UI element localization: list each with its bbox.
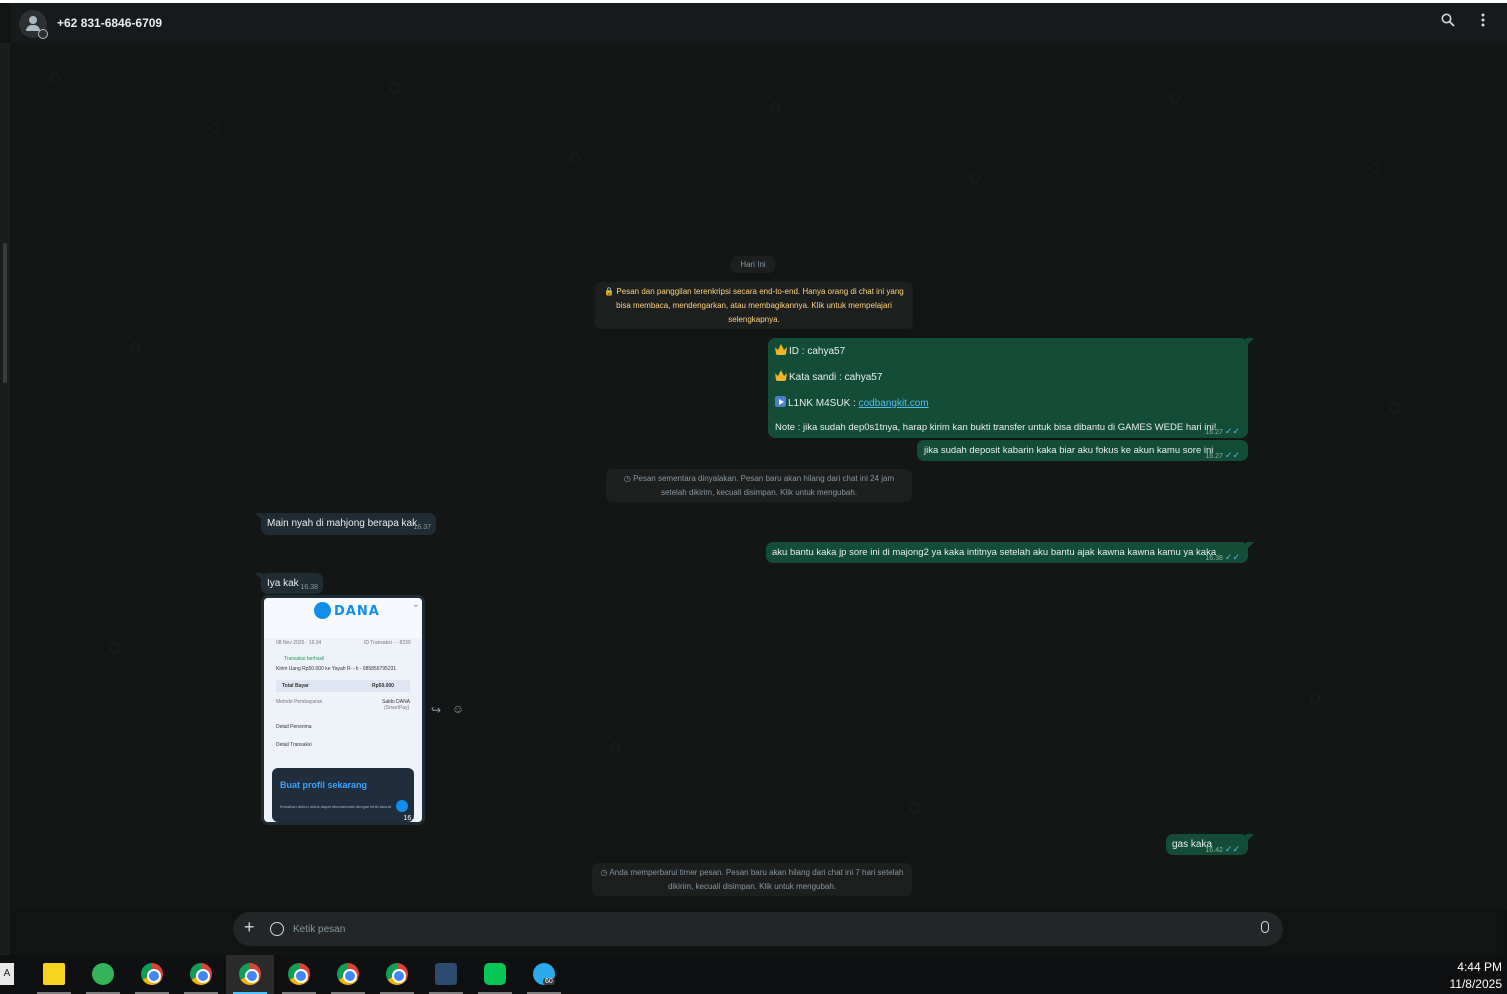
dana-logo-text: DANA <box>334 604 380 619</box>
message-composer: + <box>233 912 1283 946</box>
mail-app-icon[interactable] <box>422 955 470 994</box>
receipt-total-value: Rp50.000 <box>372 683 394 689</box>
disappearing-timer-icon <box>38 29 48 39</box>
more-vert-icon[interactable] <box>1473 13 1493 33</box>
receipt-status: Transaksi berhasil <box>284 656 325 662</box>
incoming-message[interactable]: Main nyah di mahjong berapa kak 16.37 <box>255 513 436 535</box>
receipt-transfer: Kirim Uang Rp50.000 ke Yayah R···h - 085… <box>276 666 397 672</box>
telegram-icon[interactable]: 60 <box>520 955 568 994</box>
message-time: 16.42 <box>1205 847 1223 854</box>
crown-emoji-icon <box>775 344 787 355</box>
scrollbar-thumb[interactable] <box>3 243 7 383</box>
receipt-image[interactable]: DANA 08 Nov 2025 · 16.34 ID Transaksi ··… <box>264 598 422 822</box>
message-text: Main nyah di mahjong berapa kak <box>267 518 418 529</box>
message-input[interactable] <box>293 920 1233 938</box>
receipt-id: ID Transaksi ··· 8239 <box>364 640 411 646</box>
bubble-tail <box>255 513 263 521</box>
message-text: Kata sandi : cahya57 <box>789 372 883 383</box>
receipt-total-label: Total Bayar <box>282 683 309 689</box>
receipt-detail-transaction: Detail Transaksi <box>276 742 312 748</box>
promo-subtitle: Kenalkan dirimu untuk dapat rekomendasi … <box>280 804 391 809</box>
promo-title: Buat profil sekarang <box>280 780 368 790</box>
forward-icon[interactable]: ↪ <box>431 703 441 717</box>
read-ticks-icon: ✓✓ <box>1224 450 1240 460</box>
message-text: Note : jika sudah dep0s1tnya, harap kiri… <box>775 422 1217 433</box>
receipt-method-sub: (SmartPay) <box>384 705 410 711</box>
dana-logo-icon <box>314 602 331 619</box>
chrome-icon[interactable] <box>128 955 176 994</box>
crown-emoji-icon <box>775 370 787 381</box>
chrome-profile-icon[interactable] <box>373 955 421 994</box>
bubble-tail <box>1246 542 1254 550</box>
message-text: jika sudah deposit kabarin kaka biar aku… <box>924 445 1214 456</box>
chevron-down-icon[interactable]: ⌄ <box>412 599 420 610</box>
avatar-body-icon <box>26 25 40 31</box>
chrome-profile-icon[interactable] <box>177 955 225 994</box>
bubble-tail <box>255 573 263 581</box>
message-time: 16.38 <box>1205 555 1223 562</box>
avatar-head-icon <box>29 16 37 24</box>
telegram-badge: 60 <box>543 978 555 985</box>
taskbar-app-a[interactable]: A <box>0 963 14 985</box>
message-time: 16.38 <box>300 584 318 591</box>
incoming-message[interactable]: Iya kak 16.38 <box>255 573 323 594</box>
system-clock[interactable]: 4:44 PM 11/8/2025 <box>1440 959 1503 993</box>
notice-text: Pesan sementara dinyalakan. Pesan baru a… <box>633 474 895 497</box>
read-ticks-icon: ✓✓ <box>1224 844 1240 854</box>
clock-time: 4:44 PM <box>1457 960 1502 974</box>
receipt-method-label: Metode Pembayaran <box>276 699 323 705</box>
timer-updated-notice[interactable]: ◷ Anda memperbarui timer pesan. Pesan ba… <box>592 863 912 896</box>
windows-taskbar: A 60 4:44 PM 11/8/2025 <box>0 955 1507 994</box>
microphone-icon[interactable] <box>1261 921 1269 933</box>
outgoing-message[interactable]: gas kaka 16.42 ✓✓ <box>1166 834 1254 855</box>
contact-avatar[interactable] <box>19 10 48 39</box>
sticky-notes-icon[interactable] <box>30 955 78 994</box>
outgoing-message[interactable]: jika sudah deposit kabarin kaka biar aku… <box>917 440 1248 461</box>
notice-text: Anda memperbarui timer pesan. Pesan baru… <box>609 868 904 891</box>
search-icon[interactable] <box>1438 13 1458 33</box>
bubble-tail <box>1246 834 1254 842</box>
play-emoji-icon <box>775 396 786 407</box>
message-link[interactable]: codbangkit.com <box>859 398 929 409</box>
receipt-detail-recipient: Detail Penerima <box>276 724 312 730</box>
line-app-icon[interactable] <box>471 955 519 994</box>
chat-header[interactable]: +62 831-6846-6709 <box>10 3 1507 43</box>
receipt-date: 08 Nov 2025 · 16.34 <box>276 640 322 646</box>
bubble-tail <box>1246 338 1254 346</box>
message-text: ID : cahya57 <box>789 346 846 357</box>
message-text: L1NK M4SUK : <box>788 398 859 409</box>
read-ticks-icon: ✓✓ <box>1224 426 1240 436</box>
emoji-react-icon[interactable]: ☺ <box>452 702 464 716</box>
message-time: 16.39 <box>403 815 421 822</box>
message-time: 16.27 <box>1205 453 1223 460</box>
contact-name[interactable]: +62 831-6846-6709 <box>57 16 162 30</box>
chrome-profile-icon[interactable] <box>275 955 323 994</box>
messages-app-icon[interactable] <box>79 955 127 994</box>
whatsapp-window: +62 831-6846-6709 Hari Ini 🔒 Pesan dan p… <box>0 0 1507 955</box>
read-ticks-icon: ✓✓ <box>1224 552 1240 562</box>
chrome-profile-icon[interactable] <box>324 955 372 994</box>
outgoing-message[interactable]: ID : cahya57 Kata sandi : cahya57 L1NK M… <box>768 338 1254 438</box>
message-text: Iya kak <box>267 578 299 589</box>
image-message[interactable]: DANA 08 Nov 2025 · 16.34 ID Transaksi ··… <box>261 595 425 825</box>
outgoing-message[interactable]: aku bantu kaka jp sore ini di majong2 ya… <box>766 542 1254 563</box>
attach-plus-icon[interactable]: + <box>244 917 255 938</box>
timer-icon: ◷ <box>623 474 634 483</box>
message-time: 16.27 <box>1205 429 1223 436</box>
sticker-icon[interactable] <box>270 922 284 936</box>
encryption-notice[interactable]: 🔒 Pesan dan panggilan terenkripsi secara… <box>595 282 913 329</box>
message-text: aku bantu kaka jp sore ini di majong2 ya… <box>772 547 1217 558</box>
arrow-right-icon <box>396 800 408 812</box>
clock-date: 11/8/2025 <box>1449 977 1503 991</box>
date-divider: Hari Ini <box>731 256 775 273</box>
message-time: 16.37 <box>413 524 431 531</box>
left-scrollbar[interactable] <box>0 43 10 955</box>
disappearing-messages-notice[interactable]: ◷ Pesan sementara dinyalakan. Pesan baru… <box>606 469 912 502</box>
receipt-promo-card: Buat profil sekarang Kenalkan dirimu unt… <box>272 768 414 822</box>
chrome-active-profile-icon[interactable] <box>226 955 274 994</box>
